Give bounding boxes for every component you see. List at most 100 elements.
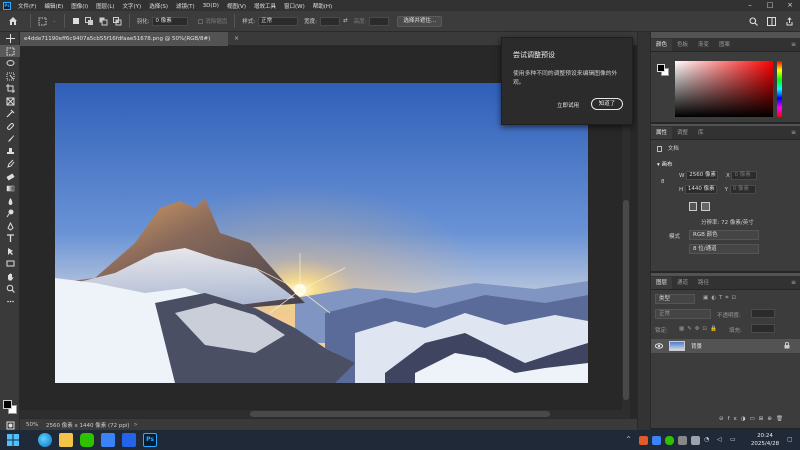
close-tab-icon[interactable]: × [234,32,239,46]
lock-icon[interactable] [784,342,790,349]
link-dimensions-icon[interactable]: 8 [661,179,665,185]
more-tools-icon[interactable] [0,295,20,307]
history-brush-tool-icon[interactable] [0,158,20,170]
workspace-icon[interactable] [766,16,776,26]
layer-filter-select[interactable]: 类型 [655,294,695,304]
volume-icon[interactable]: ◁ [717,436,726,445]
tab-properties[interactable]: 属性 [651,127,673,139]
eraser-tool-icon[interactable] [0,170,20,182]
menu-layer[interactable]: 图层(L) [92,2,118,10]
tab-patterns[interactable]: 图案 [714,39,735,51]
gradient-tool-icon[interactable] [0,183,20,195]
tab-libraries[interactable]: 库 [693,127,709,139]
canvas-height-input[interactable]: 1440 像素 [684,185,717,194]
height-input[interactable] [369,16,390,26]
dropdown-arrow-icon[interactable]: ⌄ [52,18,57,24]
fill-input[interactable] [751,324,775,333]
app-icon-blue[interactable] [101,433,115,447]
menu-window[interactable]: 窗口(W) [280,2,309,10]
color-field[interactable] [675,61,773,117]
healing-brush-tool-icon[interactable] [0,120,20,132]
pen-tool-icon[interactable] [0,220,20,232]
marquee-tool-icon[interactable] [0,45,20,57]
rectangle-tool-icon[interactable] [0,258,20,270]
share-icon[interactable] [784,16,794,26]
canvas-y-input[interactable]: 0 像素 [729,185,756,194]
layer-actions-bar[interactable]: ⊝fx◑▭⊞⊕🗑 [719,416,787,422]
tray-wechat-icon[interactable] [665,435,674,445]
document-tab[interactable]: e4dde71190eff6c9407a5cb55f16fdfaae51678.… [20,32,228,46]
battery-icon[interactable]: ▭ [730,436,739,445]
style-select[interactable]: 正常 [258,16,299,26]
eyedropper-tool-icon[interactable] [0,108,20,120]
zoom-tool-icon[interactable] [0,283,20,295]
search-icon[interactable] [748,16,758,26]
marquee-preset-icon[interactable] [37,16,47,26]
antialias-checkbox[interactable]: 消除锯齿 [198,17,227,25]
move-tool-icon[interactable] [0,33,20,45]
tray-app-icon[interactable] [652,435,661,445]
object-selection-tool-icon[interactable] [0,70,20,82]
canvas-section-header[interactable]: ▾ 画布 [657,160,673,168]
tab-channels[interactable]: 通道 [672,277,693,289]
zoom-level[interactable]: 50% [20,422,42,428]
bit-depth-select[interactable]: 8 位/通道 [689,244,759,254]
layer-row-background[interactable]: 背景 [651,339,800,353]
blend-mode-select[interactable]: 正常 [655,309,711,319]
maximize-icon[interactable]: □ [760,0,780,11]
menu-filter[interactable]: 滤镜(T) [172,2,199,10]
hue-slider[interactable] [777,61,782,117]
canvas-image[interactable] [55,83,588,383]
status-menu-arrow[interactable]: > [134,422,138,428]
photoshop-taskbar-icon[interactable]: Ps [143,433,157,447]
canvas-x-input[interactable]: 0 像素 [731,171,758,180]
file-explorer-icon[interactable] [59,433,73,447]
menu-view[interactable]: 视图(V) [223,2,250,10]
tab-gradients[interactable]: 渐变 [693,39,714,51]
brush-tool-icon[interactable] [0,133,20,145]
close-window-icon[interactable]: × [780,0,800,11]
vertical-scroll-thumb[interactable] [623,200,629,400]
tab-layers[interactable]: 图层 [651,277,673,289]
menu-type[interactable]: 文字(Y) [119,2,146,10]
got-it-button[interactable]: 知道了 [591,98,623,110]
blur-tool-icon[interactable] [0,195,20,207]
select-and-mask-button[interactable]: 选择并遮住... [397,15,443,27]
lasso-tool-icon[interactable] [0,58,20,70]
layer-name[interactable]: 背景 [691,342,702,350]
horizontal-scroll-thumb[interactable] [250,411,550,417]
eye-icon[interactable] [655,342,663,350]
foreground-background-swatch[interactable] [3,400,17,414]
canvas-width-input[interactable]: 2560 像素 [686,171,719,180]
menu-image[interactable]: 图像(I) [67,2,92,10]
wechat-icon[interactable] [80,433,94,447]
clock[interactable]: 20:24 2025/4/28 [743,432,787,448]
panel-menu-icon[interactable]: ≡ [791,127,800,139]
color-mode-select[interactable]: RGB 颜色 [689,230,759,240]
layer-filter-icons[interactable]: ▣◐T⌗⊡ [703,295,739,302]
subtract-selection-icon[interactable] [99,16,109,26]
edge-browser-icon[interactable] [38,433,52,447]
frame-tool-icon[interactable] [0,95,20,107]
feather-input[interactable]: 0 像素 [152,16,189,26]
hand-tool-icon[interactable] [0,270,20,282]
tray-app-icon[interactable] [678,435,687,445]
add-selection-icon[interactable] [85,16,95,26]
crop-tool-icon[interactable] [0,83,20,95]
tray-app-icon[interactable] [691,435,700,445]
type-tool-icon[interactable] [0,233,20,245]
tab-swatches[interactable]: 色板 [672,39,693,51]
width-input[interactable] [319,16,340,26]
tray-app-icon[interactable] [639,435,648,445]
clone-stamp-tool-icon[interactable] [0,145,20,157]
portrait-icon[interactable] [689,202,697,211]
tray-expand-icon[interactable]: ^ [626,436,635,445]
panel-menu-icon[interactable]: ≡ [791,277,800,289]
notification-icon[interactable]: ▢ [787,436,796,445]
opacity-input[interactable] [751,309,775,318]
menu-select[interactable]: 选择(S) [145,2,172,10]
foreground-color-chip[interactable] [657,64,665,72]
lock-icons[interactable]: ▦✎✥⊡🔒 [679,326,720,332]
dodge-tool-icon[interactable] [0,208,20,220]
windows-start-icon[interactable] [6,433,20,447]
